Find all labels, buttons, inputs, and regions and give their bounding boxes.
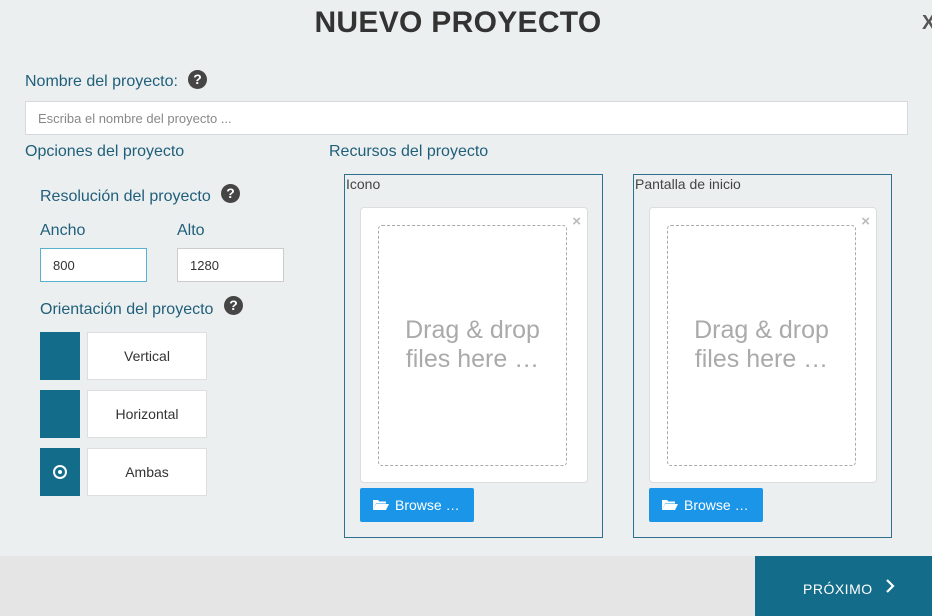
- icon-browse-label: Browse …: [395, 497, 460, 513]
- orientation-label: Orientación del proyecto: [40, 301, 214, 318]
- splash-drop-card: × Drag & drop files here …: [649, 207, 877, 483]
- dialog-title: NUEVO PROYECTO: [314, 6, 602, 39]
- icon-drop-zone[interactable]: Drag & drop files here …: [378, 225, 567, 466]
- folder-open-icon: [662, 500, 678, 511]
- next-button[interactable]: PRÓXIMO: [755, 556, 932, 616]
- project-name-input[interactable]: [25, 101, 908, 135]
- icon-drop-text: Drag & drop files here …: [379, 316, 566, 374]
- icon-drop-card: × Drag & drop files here …: [360, 207, 588, 483]
- resolution-label: Resolución del proyecto: [40, 188, 211, 205]
- icon-panel-title: Icono: [346, 176, 381, 192]
- radio-selected-icon: [53, 465, 67, 479]
- icon-drop-text-line2: files here …: [405, 345, 540, 373]
- splash-browse-button[interactable]: Browse …: [649, 488, 763, 522]
- icon-clear-icon[interactable]: ×: [572, 213, 581, 230]
- width-input[interactable]: [40, 248, 147, 282]
- icon-panel: Icono × Drag & drop files here … Browse …: [344, 174, 603, 538]
- resources-heading: Recursos del proyecto: [329, 143, 489, 160]
- orientation-both-radio[interactable]: [40, 448, 80, 496]
- options-heading: Opciones del proyecto: [25, 143, 185, 160]
- height-label: Alto: [177, 222, 205, 239]
- resolution-help-icon[interactable]: ?: [221, 184, 240, 203]
- splash-clear-icon[interactable]: ×: [861, 213, 870, 230]
- splash-drop-text: Drag & drop files here …: [668, 316, 855, 374]
- orientation-vertical-button[interactable]: Vertical: [87, 332, 207, 380]
- orientation-both-button[interactable]: Ambas: [87, 448, 207, 496]
- splash-drop-zone[interactable]: Drag & drop files here …: [667, 225, 856, 466]
- close-button[interactable]: X: [922, 12, 932, 35]
- project-name-label: Nombre del proyecto:: [25, 73, 178, 90]
- orientation-help-icon[interactable]: ?: [224, 296, 243, 315]
- orientation-vertical-radio[interactable]: [40, 332, 80, 380]
- splash-drop-text-line1: Drag & drop: [694, 316, 829, 344]
- orientation-horizontal-button[interactable]: Horizontal: [87, 390, 207, 438]
- orientation-horizontal-radio[interactable]: [40, 390, 80, 438]
- splash-panel-title: Pantalla de inicio: [635, 176, 741, 192]
- splash-browse-label: Browse …: [684, 497, 749, 513]
- folder-open-icon: [373, 500, 389, 511]
- width-label: Ancho: [40, 222, 86, 239]
- chevron-right-icon: [886, 579, 895, 593]
- splash-drop-text-line2: files here …: [694, 345, 829, 373]
- project-name-help-icon[interactable]: ?: [188, 70, 207, 89]
- next-button-label: PRÓXIMO: [803, 581, 873, 597]
- icon-browse-button[interactable]: Browse …: [360, 488, 474, 522]
- icon-drop-text-line1: Drag & drop: [405, 316, 540, 344]
- height-input[interactable]: [177, 248, 284, 282]
- splash-panel: Pantalla de inicio × Drag & drop files h…: [633, 174, 892, 538]
